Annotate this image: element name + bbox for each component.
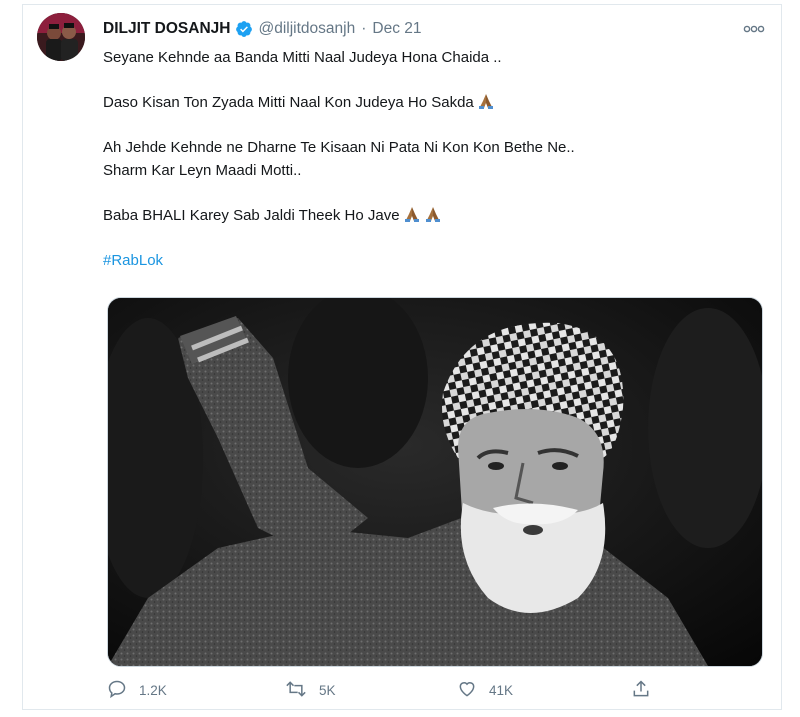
tweet-date[interactable]: Dec 21 [372, 20, 421, 38]
avatar[interactable] [37, 13, 85, 61]
reply-button[interactable]: 1.2K [107, 679, 167, 702]
reply-count: 1.2K [139, 683, 167, 698]
more-options-icon[interactable] [741, 19, 767, 39]
folded-hands-emoji [424, 205, 442, 223]
tweet-line: Sharm Kar Leyn Maadi Motti.. [103, 162, 302, 179]
like-button[interactable]: 41K [457, 679, 513, 702]
reply-icon [107, 679, 139, 702]
tweet-photo[interactable] [107, 297, 763, 667]
verified-badge-icon [235, 20, 253, 38]
tweet-header: DILJIT DOSANJH @diljitdosanjh · Dec 21 [103, 18, 422, 40]
share-button[interactable] [631, 679, 663, 702]
hashtag-link[interactable]: #RabLok [103, 252, 163, 269]
share-icon [631, 679, 663, 702]
tweet-line: Seyane Kehnde aa Banda Mitti Naal Judeya… [103, 49, 502, 66]
retweet-count: 5K [319, 683, 336, 698]
tweet-line: Baba BHALI Karey Sab Jaldi Theek Ho Jave [103, 204, 763, 227]
author-handle[interactable]: @diljitdosanjh [258, 20, 355, 38]
separator-dot: · [361, 20, 367, 37]
like-icon [457, 679, 489, 702]
retweet-button[interactable]: 5K [285, 679, 336, 702]
tweet-line: Daso Kisan Ton Zyada Mitti Naal Kon Jude… [103, 91, 763, 114]
tweet-card[interactable]: DILJIT DOSANJH @diljitdosanjh · Dec 21 S… [22, 4, 782, 710]
folded-hands-emoji [403, 205, 421, 223]
action-bar: 1.2K 5K 41K [107, 679, 677, 703]
folded-hands-emoji [477, 92, 495, 110]
retweet-icon [285, 679, 319, 702]
like-count: 41K [489, 683, 514, 698]
author-name[interactable]: DILJIT DOSANJH [103, 20, 230, 38]
tweet-line: #RabLok [103, 249, 763, 272]
tweet-text: Seyane Kehnde aa Banda Mitti Naal Judeya… [103, 46, 763, 272]
tweet-line: Ah Jehde Kehnde ne Dharne Te Kisaan Ni P… [103, 139, 575, 156]
